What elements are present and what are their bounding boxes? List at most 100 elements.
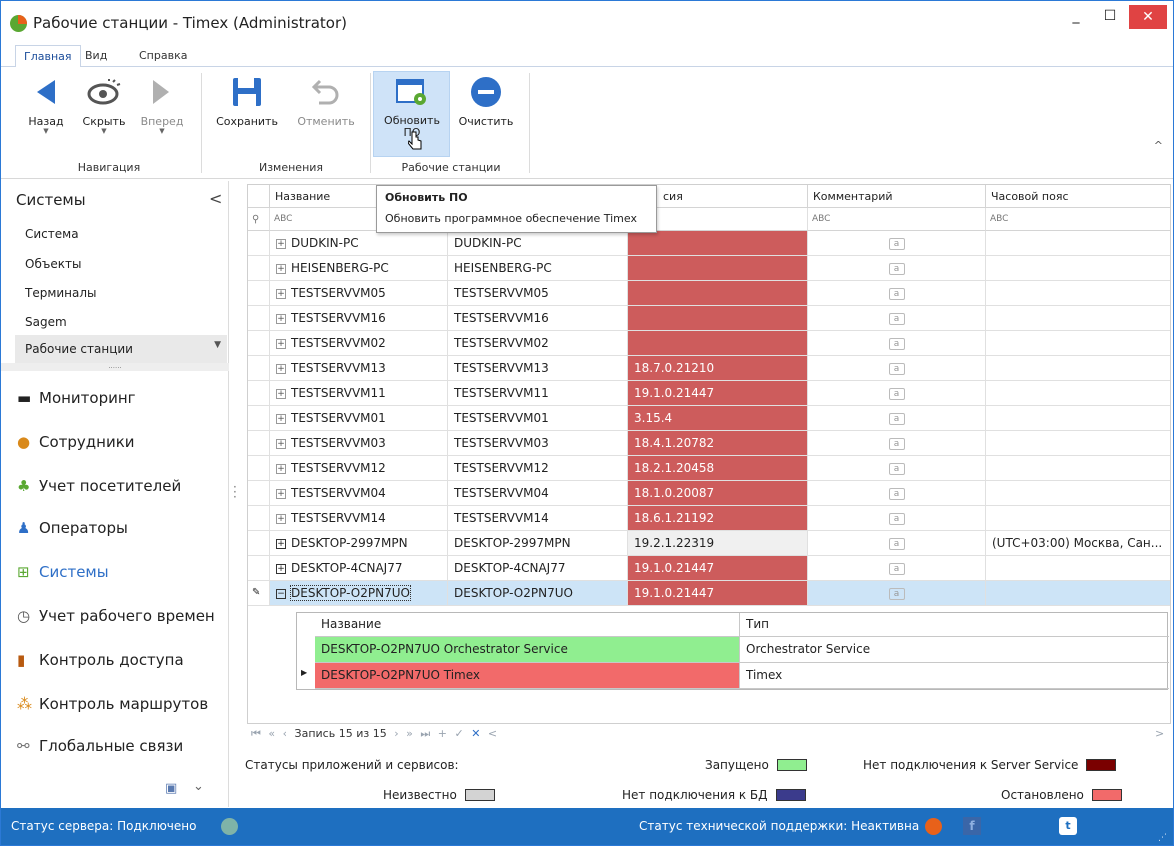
cell-version[interactable] xyxy=(628,281,808,306)
detail-header-type[interactable]: Тип xyxy=(739,613,1169,637)
expand-row-icon[interactable]: + xyxy=(276,513,286,524)
cell-timezone[interactable] xyxy=(986,506,1170,531)
table-row[interactable]: + TESTSERVVM01 TESTSERVVM01 3.15.4 a xyxy=(248,406,1170,431)
detail-header-name[interactable]: Название xyxy=(315,613,739,637)
cell-name[interactable]: + DESKTOP-4CNAJ77 xyxy=(270,556,448,581)
cell-comment[interactable]: a xyxy=(808,281,986,306)
table-row[interactable]: + TESTSERVVM12 TESTSERVVM12 18.2.1.20458 a xyxy=(248,456,1170,481)
table-row[interactable]: + TESTSERVVM13 TESTSERVVM13 18.7.0.21210 a xyxy=(248,356,1170,381)
table-row[interactable]: + DESKTOP-4CNAJ77 DESKTOP-4CNAJ77 19.1.0.21… xyxy=(248,556,1170,581)
column-header-timezone[interactable]: Часовой пояс xyxy=(986,185,1170,208)
table-row[interactable]: + HEISENBERG-PC HEISENBERG-PC a xyxy=(248,256,1170,281)
nav-global-links[interactable]: ⚯ Глобальные связи xyxy=(17,737,183,755)
cell-name[interactable]: + TESTSERVVM14 xyxy=(270,506,448,531)
cell-version[interactable]: 3.15.4 xyxy=(628,406,808,431)
cell-host[interactable]: DESKTOP-4CNAJ77 xyxy=(448,556,628,581)
cell-name[interactable]: + TESTSERVVM16 xyxy=(270,306,448,331)
facebook-icon[interactable]: f xyxy=(963,817,981,835)
cell-name[interactable]: + TESTSERVVM03 xyxy=(270,431,448,456)
expand-row-icon[interactable]: + xyxy=(276,288,286,299)
table-row[interactable]: + TESTSERVVM04 TESTSERVVM04 18.1.0.20087 a xyxy=(248,481,1170,506)
comment-icon[interactable]: a xyxy=(888,412,905,425)
expand-row-icon[interactable]: + xyxy=(276,388,286,399)
expand-row-icon[interactable]: + xyxy=(276,488,286,499)
cell-name[interactable]: + HEISENBERG-PC xyxy=(270,256,448,281)
comment-icon[interactable]: a xyxy=(888,562,905,575)
back-button[interactable]: Назад ▼ xyxy=(21,73,71,135)
cell-name[interactable]: + TESTSERVVM11 xyxy=(270,381,448,406)
cell-version[interactable]: 18.1.0.20087 xyxy=(628,481,808,506)
cell-host[interactable]: HEISENBERG-PC xyxy=(448,256,628,281)
minimize-button[interactable]: _ xyxy=(1059,1,1093,33)
nav-expand-button[interactable]: ⌄ xyxy=(193,779,204,794)
expand-row-icon[interactable]: + xyxy=(276,238,286,249)
comment-icon[interactable]: a xyxy=(888,262,905,275)
cell-timezone[interactable]: (UTC+03:00) Москва, Сан... xyxy=(986,531,1170,556)
nav-access-control[interactable]: ▮ Контроль доступа xyxy=(17,651,184,669)
cell-name[interactable]: + TESTSERVVM04 xyxy=(270,481,448,506)
table-row[interactable]: + DESKTOP-2997MPN DESKTOP-2997MPN 19.2.1.22… xyxy=(248,531,1170,556)
expand-row-icon[interactable]: + xyxy=(276,263,286,274)
prev-record-button[interactable]: ‹ xyxy=(283,727,287,740)
cell-version[interactable] xyxy=(628,306,808,331)
collapse-ribbon-button[interactable]: ^ xyxy=(1154,139,1163,152)
comment-icon[interactable]: a xyxy=(888,487,905,500)
add-record-button[interactable]: + xyxy=(438,727,447,740)
sidebar-item-terminals[interactable]: Терминалы xyxy=(25,286,97,300)
cell-host[interactable]: TESTSERVVM13 xyxy=(448,356,628,381)
cell-timezone[interactable] xyxy=(986,231,1170,256)
cell-comment[interactable]: a xyxy=(808,406,986,431)
expand-row-icon[interactable]: + xyxy=(276,463,286,474)
cell-name[interactable]: + TESTSERVVM02 xyxy=(270,331,448,356)
cell-comment[interactable]: a xyxy=(808,556,986,581)
nav-more-icon[interactable]: ▣ xyxy=(165,781,177,796)
resize-grip-icon[interactable]: ⋰ xyxy=(1158,833,1167,843)
filter-comment-input[interactable]: ABC xyxy=(808,208,986,231)
expand-row-icon[interactable]: + xyxy=(276,563,286,574)
expand-row-icon[interactable]: + xyxy=(276,363,286,374)
cell-version[interactable] xyxy=(628,331,808,356)
nav-operators[interactable]: ♟ Операторы xyxy=(17,519,128,537)
table-row[interactable]: + TESTSERVVM16 TESTSERVVM16 a xyxy=(248,306,1170,331)
cell-name[interactable]: + DESKTOP-2997MPN xyxy=(270,531,448,556)
scroll-left-button[interactable]: < xyxy=(488,727,497,740)
detail-row-type[interactable]: Timex xyxy=(739,663,1169,689)
cell-comment[interactable]: a xyxy=(808,481,986,506)
expand-row-icon[interactable]: + xyxy=(276,338,286,349)
scroll-right-button[interactable]: > xyxy=(1155,727,1164,740)
cell-name[interactable]: + TESTSERVVM05 xyxy=(270,281,448,306)
cell-timezone[interactable] xyxy=(986,331,1170,356)
sidebar-item-workstations[interactable]: Рабочие станции ▼ xyxy=(15,335,227,363)
tab-view[interactable]: Вид xyxy=(85,49,107,62)
cell-version[interactable]: 18.6.1.21192 xyxy=(628,506,808,531)
table-row[interactable]: + TESTSERVVM14 TESTSERVVM14 18.6.1.21192 a xyxy=(248,506,1170,531)
splitter-grip[interactable]: · · · xyxy=(233,481,237,503)
comment-icon[interactable]: a xyxy=(888,237,905,250)
next-record-button[interactable]: › xyxy=(394,727,398,740)
comment-icon[interactable]: a xyxy=(888,437,905,450)
nav-visitors[interactable]: ♣ Учет посетителей xyxy=(17,477,181,495)
cell-timezone[interactable] xyxy=(986,406,1170,431)
nav-time-tracking[interactable]: ◷ Учет рабочего времен xyxy=(17,607,215,625)
cell-timezone[interactable] xyxy=(986,456,1170,481)
cell-comment[interactable]: a xyxy=(808,456,986,481)
cell-version[interactable] xyxy=(628,256,808,281)
cell-comment[interactable]: a xyxy=(808,356,986,381)
table-row[interactable]: ✎ − DESKTOP-O2PN7UO DESKTOP-O2PN7UO 19.1.0.2… xyxy=(248,581,1170,606)
cell-comment[interactable]: a xyxy=(808,306,986,331)
cell-comment[interactable]: a xyxy=(808,231,986,256)
comment-icon[interactable]: a xyxy=(888,287,905,300)
cell-host[interactable]: TESTSERVVM02 xyxy=(448,331,628,356)
cell-host[interactable]: TESTSERVVM04 xyxy=(448,481,628,506)
comment-icon[interactable]: a xyxy=(888,512,905,525)
cell-version[interactable]: 19.1.0.21447 xyxy=(628,381,808,406)
update-sw-button[interactable]: ОбновитьПО xyxy=(377,73,447,139)
cell-host[interactable]: TESTSERVVM01 xyxy=(448,406,628,431)
cell-host[interactable]: TESTSERVVM14 xyxy=(448,506,628,531)
cell-version[interactable]: 18.4.1.20782 xyxy=(628,431,808,456)
detail-row-name[interactable]: DESKTOP-O2PN7UO Timex xyxy=(315,663,739,689)
cell-host[interactable]: DESKTOP-2997MPN xyxy=(448,531,628,556)
cell-host[interactable]: TESTSERVVM11 xyxy=(448,381,628,406)
sidebar-item-system[interactable]: Система xyxy=(25,227,79,241)
detail-row-type[interactable]: Orchestrator Service xyxy=(739,637,1169,663)
